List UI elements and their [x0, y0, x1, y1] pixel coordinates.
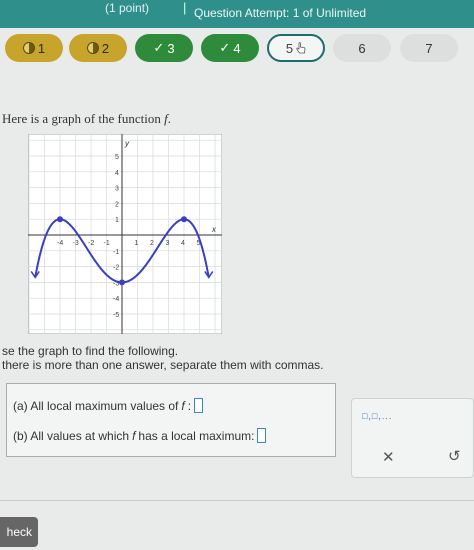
question-nav-5[interactable]: 5	[267, 34, 325, 62]
x-tick-label: 3	[166, 240, 170, 247]
instruction-line-1: se the graph to find the following.	[2, 344, 179, 358]
curve-point	[119, 279, 125, 286]
question-a-label: (a) All local maximum values of	[13, 398, 179, 413]
attempt-counter: Question Attempt: 1 of Unlimited	[194, 6, 367, 20]
y-tick-label: 4	[115, 170, 119, 177]
footer-divider	[0, 500, 474, 501]
header-separator: |	[183, 0, 187, 15]
x-tick-label: 1	[135, 240, 139, 247]
function-graph: x y -4 -3 -2 -1 1 2 3 4 5 54321-1-2-3-4-5	[28, 134, 222, 334]
question-nav-1[interactable]: 1	[5, 34, 63, 62]
x-tick-label: 2	[150, 240, 154, 247]
top-bar: (1 point) | Question Attempt: 1 of Unlim…	[0, 0, 474, 28]
hand-cursor-icon	[296, 42, 306, 54]
y-tick-label: 1	[115, 217, 119, 224]
question-nav-label: 6	[358, 40, 366, 56]
undo-icon[interactable]: ↺	[448, 447, 461, 465]
partial-progress-icon	[86, 42, 99, 54]
y-tick-label: 2	[115, 201, 119, 208]
question-points: (1 point)	[105, 1, 150, 15]
answer-b-input[interactable]	[257, 428, 267, 443]
y-tick-label: -2	[113, 265, 119, 272]
y-tick-label: 5	[115, 154, 119, 161]
answer-box: (a) All local maximum values of f: (b) A…	[6, 383, 336, 457]
x-tick-label: -1	[104, 240, 110, 247]
check-icon: ✓	[153, 40, 165, 55]
question-a: (a) All local maximum values of f:	[13, 398, 204, 413]
question-nav-label: 3	[167, 40, 175, 56]
y-tick-label: -5	[113, 312, 119, 319]
answer-a-input[interactable]	[194, 398, 204, 413]
graph-frame	[28, 134, 222, 334]
question-nav-6[interactable]: 6	[333, 34, 391, 62]
close-icon[interactable]: ✕	[382, 448, 395, 466]
question-b-rest: has a local maximum:	[138, 428, 255, 443]
question-nav-label: 2	[101, 40, 110, 56]
instruction-line-2: there is more than one answer, separate …	[2, 358, 324, 372]
math-tool-panel: □,□,... ✕ ↺	[351, 398, 474, 478]
question-nav-label: 4	[233, 40, 241, 56]
x-tick-label: -3	[73, 240, 79, 247]
curve-point	[57, 216, 63, 223]
question-nav-label: 7	[425, 40, 433, 56]
question-b-label: (b) All values at which	[13, 428, 130, 443]
question-b-function: f	[132, 428, 136, 443]
y-tick-label: -1	[113, 249, 119, 256]
question-b: (b) All values at which f has a local ma…	[13, 428, 267, 443]
prompt-text: Here is a graph of the function	[2, 111, 165, 126]
x-tick-label: 4	[181, 240, 185, 247]
question-a-function: f	[181, 398, 185, 413]
question-prompt: Here is a graph of the function f.	[2, 111, 171, 127]
question-a-colon: :	[187, 398, 192, 413]
prompt-period: .	[167, 111, 171, 126]
partial-progress-icon	[22, 42, 35, 54]
x-tick-label: -4	[57, 240, 63, 247]
list-symbol-button[interactable]: □,□,...	[362, 411, 398, 431]
y-tick-label: -4	[113, 296, 119, 303]
check-icon: ✓	[219, 40, 231, 55]
y-tick-label: 3	[115, 186, 119, 193]
question-nav-2[interactable]: 2	[69, 34, 127, 62]
curve-point	[181, 216, 187, 223]
question-nav-4[interactable]: ✓ 4	[201, 34, 259, 62]
question-nav-3[interactable]: ✓ 3	[135, 34, 193, 62]
question-nav-7[interactable]: 7	[400, 34, 458, 62]
check-button[interactable]: heck	[0, 517, 38, 547]
question-nav-label: 5	[285, 40, 294, 56]
question-nav-label: 1	[37, 40, 46, 56]
x-tick-label: -2	[88, 240, 94, 247]
